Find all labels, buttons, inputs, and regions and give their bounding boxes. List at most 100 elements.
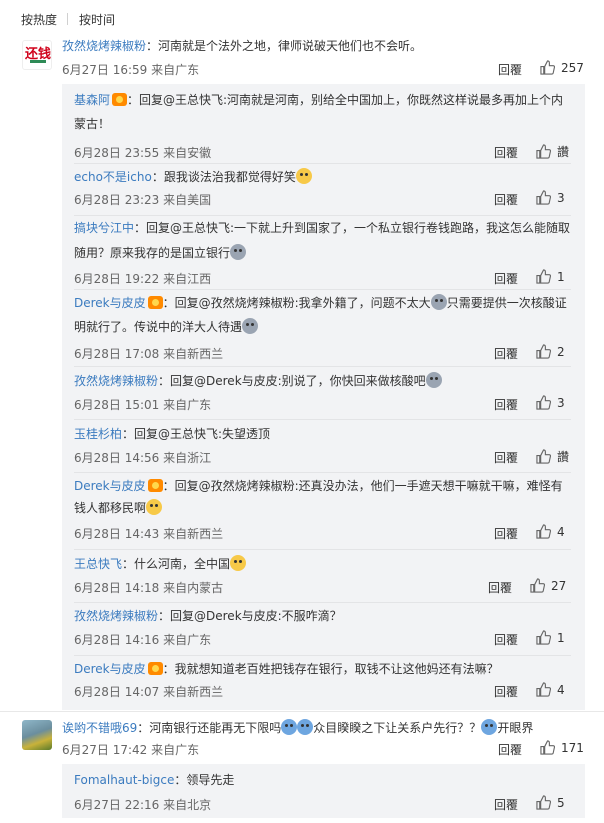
reply-button[interactable]: 回覆	[494, 191, 518, 208]
username-link[interactable]: Fomalhaut-bigce	[74, 773, 174, 787]
reply-body: ：回复@孜然烧烤辣椒粉:还真没办法，他们一手遮天想干嘛就干嘛，难怪有	[162, 479, 563, 493]
reply-item: 玉桂杉柏：回复@王总快飞:失望透顶 6月28日 14:56 来自浙江 回覆 讚	[62, 426, 585, 468]
like-count: 4	[557, 682, 565, 697]
username-link[interactable]: echo不是icho	[74, 170, 152, 184]
reply-item: 孜然烧烤辣椒粉：回复@Derek与皮皮:别说了，你快回来做核酸吧 6月28日 1…	[62, 372, 585, 414]
reply-text: 孜然烧烤辣椒粉：回复@Derek与皮皮:别说了，你快回来做核酸吧	[74, 372, 571, 389]
timestamp: 6月28日 17:08	[74, 347, 160, 361]
thumbs-up-icon	[530, 578, 545, 593]
location: 来自新西兰	[163, 685, 224, 699]
like-count: 4	[557, 524, 565, 539]
location: 来自江西	[163, 272, 212, 286]
reply-button[interactable]: 回覆	[488, 579, 512, 596]
reply-button[interactable]: 回覆	[494, 796, 518, 813]
like-button[interactable]: 1	[536, 630, 565, 645]
sort-by-hot-tab[interactable]: 按热度	[21, 11, 57, 28]
divider	[74, 472, 571, 473]
username-link[interactable]: 孜然烧烤辣椒粉	[74, 609, 158, 623]
avatar[interactable]	[22, 720, 52, 750]
comment: 诶哟不错哦69：河南银行还能再无下限吗 众目睽睽之下让关系户先行？？ 开眼界 6月2…	[0, 716, 604, 823]
reply-text-cont: 钱人都移民啊	[74, 499, 571, 516]
reply-button[interactable]: 回覆	[494, 345, 518, 362]
reply-item: Derek与皮皮 ：我就想知道老百姓把钱存在银行，取钱不让这他妈还有法嘛？ 6月2…	[62, 661, 585, 703]
avatar[interactable]: 还钱	[22, 40, 52, 70]
reply-body: 随用？原来我存的是国立银行	[74, 246, 231, 260]
timestamp: 6月28日 14:18	[74, 581, 160, 595]
reply-body: ：回复@孜然烧烤辣椒粉:我拿外籍了，问题不太大	[162, 296, 431, 310]
username-link[interactable]: Derek与皮皮	[74, 296, 146, 310]
like-button[interactable]: 讚	[536, 448, 569, 465]
vip-badge-icon	[147, 479, 163, 492]
reply-meta: 6月28日 15:01 来自广东	[74, 396, 211, 413]
like-button[interactable]: 讚	[536, 143, 569, 160]
reply-body: ：回复@Derek与皮皮:不服咋滴？	[158, 609, 342, 623]
reply-body: 只需要提供一次核酸证	[446, 296, 567, 310]
reply-meta: 6月27日 22:16 来自北京	[74, 796, 211, 813]
like-button[interactable]: 3	[536, 190, 565, 205]
reply-body: 钱人都移民啊	[74, 501, 147, 515]
reply-button[interactable]: 回覆	[494, 525, 518, 542]
reply-meta: 6月28日 23:55 来自安徽	[74, 144, 211, 161]
reply-meta: 6月28日 14:07 来自新西兰	[74, 683, 223, 700]
username-link[interactable]: 王总快飞	[74, 557, 122, 571]
reply-button[interactable]: 回覆	[498, 61, 522, 78]
reply-meta: 6月28日 17:08 来自新西兰	[74, 345, 223, 362]
like-count: 讚	[557, 450, 570, 464]
like-count: 257	[561, 60, 584, 75]
location: 来自浙江	[163, 451, 212, 465]
username-link[interactable]: 玉桂杉柏	[74, 427, 122, 441]
sort-by-time-tab[interactable]: 按时间	[79, 11, 115, 28]
reply-text-cont: 随用？原来我存的是国立银行	[74, 244, 571, 261]
divider	[0, 711, 604, 712]
reply-item: 王总快飞：什么河南，全中国 6月28日 14:18 来自内蒙古 回覆 27	[62, 555, 585, 597]
timestamp: 6月28日 14:56	[74, 451, 160, 465]
timestamp: 6月28日 14:07	[74, 685, 160, 699]
reply-button[interactable]: 回覆	[494, 683, 518, 700]
reply-meta: 6月28日 19:22 来自江西	[74, 270, 211, 287]
username-link[interactable]: 诶哟不错哦69	[62, 721, 137, 735]
location: 来自广东	[151, 63, 200, 77]
reply-button[interactable]: 回覆	[494, 396, 518, 413]
divider	[74, 163, 571, 164]
reply-button[interactable]: 回覆	[494, 270, 518, 287]
crying-emoji-icon	[425, 372, 442, 388]
timestamp: 6月28日 15:01	[74, 398, 160, 412]
reply-button[interactable]: 回覆	[498, 741, 522, 758]
like-button[interactable]: 27	[530, 578, 566, 593]
reply-button[interactable]: 回覆	[494, 144, 518, 161]
thumbs-up-icon	[536, 190, 551, 205]
reply-body: ：回复@Derek与皮皮:别说了，你快回来做核酸吧	[158, 374, 426, 388]
username-link[interactable]: 孜然烧烤辣椒粉	[74, 374, 158, 388]
like-button[interactable]: 171	[540, 740, 584, 755]
like-button[interactable]: 257	[540, 60, 584, 75]
username-link[interactable]: Derek与皮皮	[74, 662, 146, 676]
shocked-emoji-icon	[481, 719, 498, 735]
like-button[interactable]: 1	[536, 269, 565, 284]
reply-body: 明就行了。传说中的洋大人待遇	[74, 320, 243, 334]
laughing-emoji-icon	[146, 499, 163, 515]
username-link[interactable]: 孜然烧烤辣椒粉	[62, 39, 146, 53]
username-link[interactable]: 基森阿	[74, 93, 110, 107]
reply-body: ：回复@王总快飞:失望透顶	[122, 427, 271, 441]
replies-container: 基森阿 ：回复@王总快飞:河南就是河南，别给全中国加上，你既然这样说最多再加上个内…	[62, 84, 585, 710]
like-count: 1	[557, 630, 565, 645]
username-link[interactable]: 搞块兮江中	[74, 221, 134, 235]
like-count: 171	[561, 740, 584, 755]
reply-item: 基森阿 ：回复@王总快飞:河南就是河南，别给全中国加上，你既然这样说最多再加上个内…	[62, 92, 585, 160]
sort-bar: 按热度 按时间	[0, 0, 604, 36]
reply-meta: 6月28日 14:16 来自广东	[74, 631, 211, 648]
reply-button[interactable]: 回覆	[494, 449, 518, 466]
laughing-emoji-icon	[295, 168, 312, 184]
reply-button[interactable]: 回覆	[494, 631, 518, 648]
like-button[interactable]: 2	[536, 344, 565, 359]
username-link[interactable]: Derek与皮皮	[74, 479, 146, 493]
reply-text-cont: 明就行了。传说中的洋大人待遇	[74, 318, 571, 335]
reply-text: 玉桂杉柏：回复@王总快飞:失望透顶	[74, 426, 571, 442]
like-button[interactable]: 5	[536, 795, 565, 810]
like-button[interactable]: 3	[536, 395, 565, 410]
like-button[interactable]: 4	[536, 524, 565, 539]
reply-text: Derek与皮皮 ：我就想知道老百姓把钱存在银行，取钱不让这他妈还有法嘛？	[74, 661, 571, 677]
like-button[interactable]: 4	[536, 682, 565, 697]
reply-item: Derek与皮皮 ：回复@孜然烧烤辣椒粉:我拿外籍了，问题不太大 只需要提供一次核酸…	[62, 294, 585, 362]
vip-badge-icon	[112, 93, 128, 106]
